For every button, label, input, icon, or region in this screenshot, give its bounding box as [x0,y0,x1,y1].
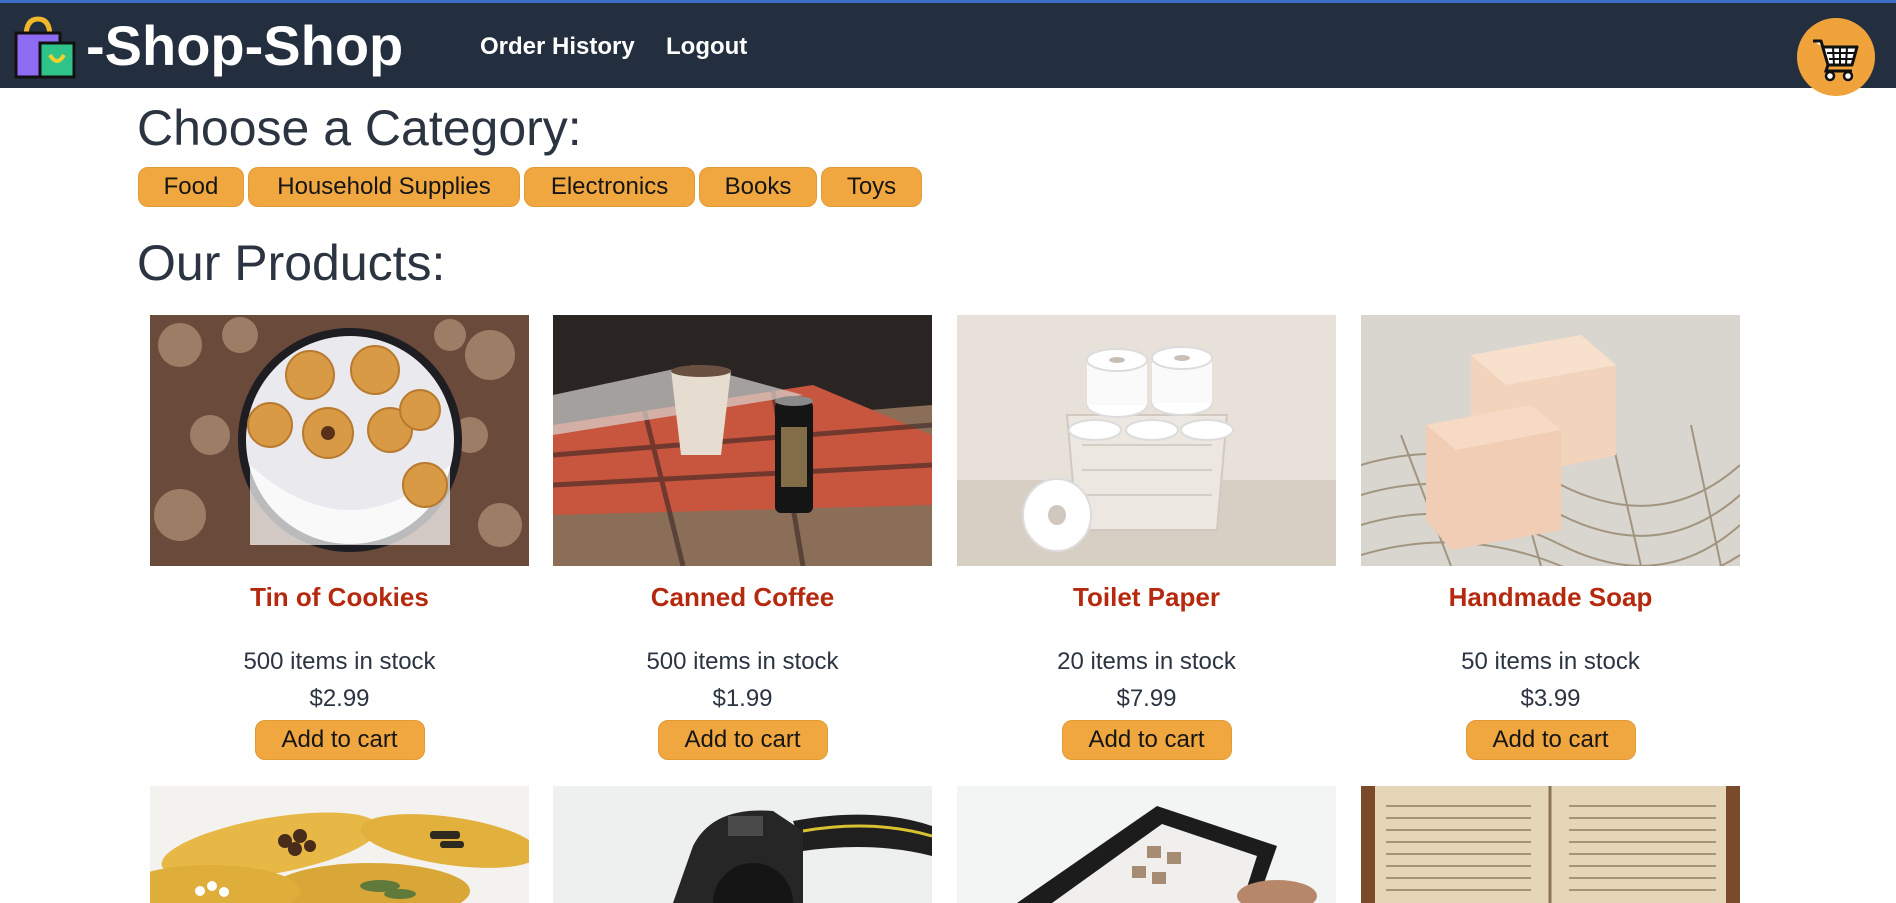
product-price: $3.99 [1520,685,1581,712]
brand-title[interactable]: -Shop-Shop [86,13,403,79]
add-to-cart-button[interactable]: Add to cart [657,720,828,760]
product-stock: 500 items in stock [243,648,436,675]
product-image-camera[interactable] [553,786,932,903]
product-price: $7.99 [1116,685,1177,712]
category-heading: Choose a Category: [137,100,582,156]
add-to-cart-button[interactable]: Add to cart [1465,720,1636,760]
product-image-soap[interactable] [1361,315,1740,566]
product-name[interactable]: Handmade Soap [1361,582,1740,612]
product-image-coffee[interactable] [553,315,932,566]
product-price: $1.99 [712,685,773,712]
category-electronics[interactable]: Electronics [524,167,695,207]
shopping-bag-icon[interactable] [12,13,80,81]
product-price: $2.99 [309,685,370,712]
product-stock: 50 items in stock [1461,648,1640,675]
category-household-supplies[interactable]: Household Supplies [248,167,520,207]
top-navbar: -Shop-Shop Order History Logout [0,3,1896,88]
product-image-book[interactable] [1361,786,1740,903]
products-heading: Our Products: [137,235,446,291]
category-list: Food Household Supplies Electronics Book… [138,167,922,207]
product-image-cookies[interactable] [150,315,529,566]
add-to-cart-button[interactable]: Add to cart [254,720,425,760]
category-books[interactable]: Books [699,167,817,207]
shopping-cart-icon [1813,39,1859,82]
product-image-tablet[interactable] [957,786,1336,903]
product-card: Toilet Paper 20 items in stock $7.99 Add… [957,315,1336,760]
product-stock: 500 items in stock [646,648,839,675]
product-card: Tin of Cookies 500 items in stock $2.99 … [150,315,529,760]
product-card: Handmade Soap 50 items in stock $3.99 Ad… [1361,315,1740,760]
product-image-spices[interactable] [150,786,529,903]
nav-logout[interactable]: Logout [666,33,747,61]
product-name[interactable]: Toilet Paper [957,582,1336,612]
cart-button[interactable] [1797,18,1875,96]
category-toys[interactable]: Toys [821,167,922,207]
product-image-toilet-paper[interactable] [957,315,1336,566]
product-name[interactable]: Tin of Cookies [150,582,529,612]
product-stock: 20 items in stock [1057,648,1236,675]
product-name[interactable]: Canned Coffee [553,582,932,612]
product-card: Canned Coffee 500 items in stock $1.99 A… [553,315,932,760]
category-food[interactable]: Food [138,167,244,207]
nav-order-history[interactable]: Order History [480,33,635,61]
add-to-cart-button[interactable]: Add to cart [1061,720,1232,760]
